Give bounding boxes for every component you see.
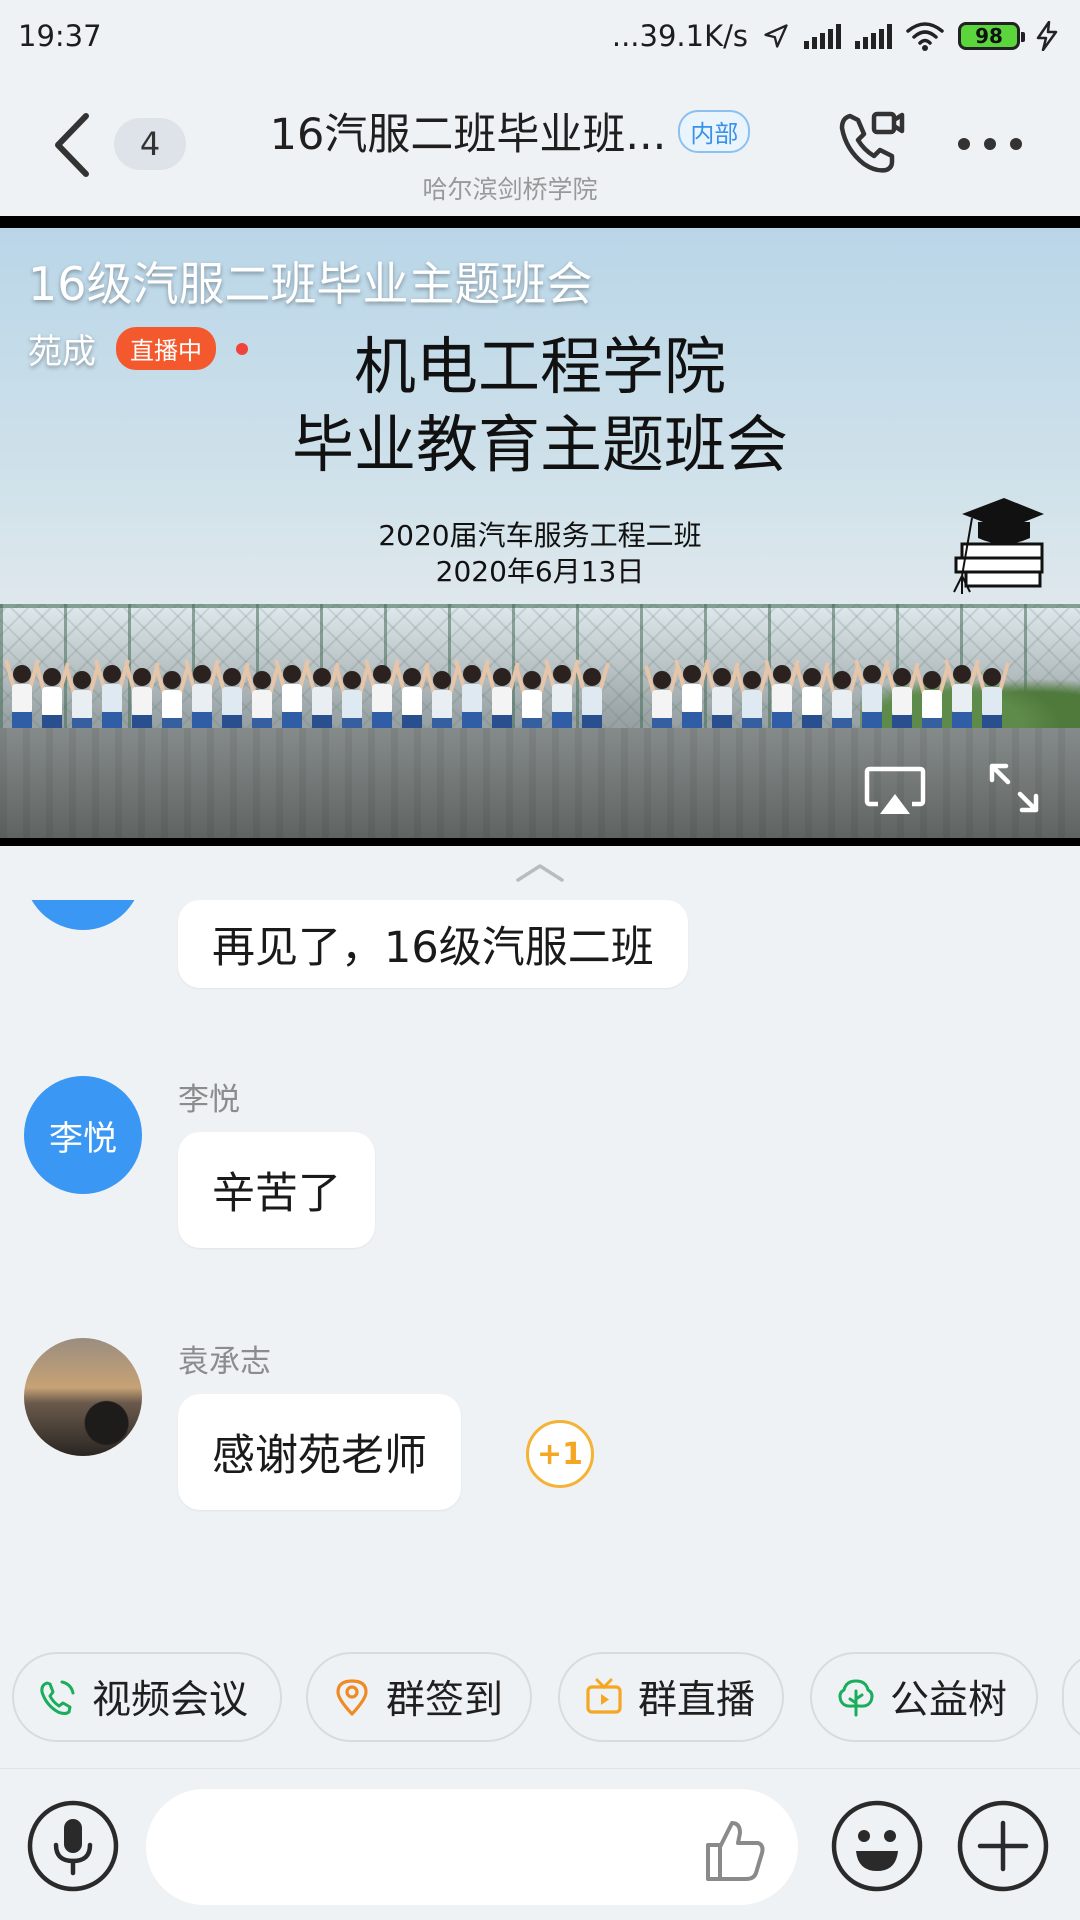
avatar[interactable] (24, 900, 142, 930)
slide-date: 2020年6月13日 (435, 555, 645, 588)
quick-actions-bar[interactable]: 视频会议 群签到 群直播 公益树 (0, 1646, 1080, 1748)
chip-label: 群直播 (638, 1678, 756, 1723)
fullscreen-icon[interactable] (988, 762, 1040, 814)
plus-icon[interactable] (956, 1799, 1050, 1893)
thumbs-up-icon[interactable] (700, 1815, 770, 1885)
location-arrow-icon (764, 24, 788, 48)
battery-icon: 98 (958, 22, 1025, 50)
live-stream-frame: 16级汽服二班毕业主题班会 苑成 直播中 机电工程学院 毕业教育主题班会 202… (0, 228, 1080, 838)
input-bar (0, 1768, 1080, 1920)
microphone-icon[interactable] (26, 1799, 120, 1893)
message-text: 辛苦了 (212, 1169, 341, 1219)
message-bubble[interactable]: 再见了，16级汽服二班 (178, 900, 688, 988)
message-text: 感谢苑老师 (212, 1431, 427, 1481)
group-checkin-chip[interactable]: 群签到 (306, 1652, 532, 1742)
wifi-icon (906, 22, 944, 51)
message-bubble[interactable]: 辛苦了 (178, 1132, 375, 1248)
live-status-badge: 直播中 (116, 327, 216, 370)
status-time: 19:37 (18, 19, 102, 53)
video-meeting-chip[interactable]: 视频会议 (12, 1652, 282, 1742)
internal-tag: 内部 (678, 109, 751, 153)
group-title: 16汽服二班毕业班... (269, 110, 667, 160)
unread-count: 4 (139, 125, 161, 163)
plus-one-button[interactable]: +1 (526, 1420, 594, 1488)
graduation-cap-icon (953, 498, 1044, 594)
network-speed: ...39.1K/s (611, 19, 748, 53)
chat-header: 4 16汽服二班毕业班... 内部 哈尔滨剑桥学院 (0, 72, 1080, 220)
tree-icon (838, 1679, 874, 1717)
airplay-icon[interactable] (864, 766, 926, 818)
signal-icon (855, 23, 892, 49)
signal-icon (804, 23, 841, 49)
chip-label: 视频会议 (92, 1678, 249, 1723)
tv-live-icon (586, 1678, 622, 1714)
slide-subheading: 2020届汽车服务工程二班 2020年6月13日 (300, 518, 780, 590)
chip-label: 公益树 (890, 1678, 1008, 1723)
video-meeting-icon (40, 1680, 75, 1715)
emoji-icon[interactable] (830, 1799, 924, 1893)
battery-level: 98 (975, 24, 1003, 48)
live-stream-player[interactable]: 16级汽服二班毕业主题班会 苑成 直播中 机电工程学院 毕业教育主题班会 202… (0, 216, 1080, 846)
status-bar: 19:37 ...39.1K/s 98 (0, 0, 1080, 72)
slide-heading: 机电工程学院 毕业教育主题班会 (240, 328, 840, 484)
message-text: 再见了，16级汽服二班 (212, 923, 654, 973)
sender-name: 袁承志 (178, 1344, 271, 1380)
live-host-row: 苑成 直播中 (28, 324, 248, 373)
chip-label: 群签到 (386, 1678, 504, 1723)
more-actions-chip[interactable] (1062, 1652, 1080, 1742)
video-call-icon[interactable] (836, 108, 906, 178)
plus-one-label: +1 (536, 1436, 583, 1472)
header-title-block[interactable]: 16汽服二班毕业班... 内部 哈尔滨剑桥学院 (230, 100, 790, 206)
live-host-name: 苑成 (28, 332, 96, 372)
charging-icon (1036, 21, 1058, 51)
group-live-chip[interactable]: 群直播 (558, 1652, 784, 1742)
back-icon[interactable] (48, 110, 98, 180)
sender-name: 李悦 (178, 1082, 240, 1118)
unread-badge[interactable]: 4 (114, 118, 186, 170)
group-organization: 哈尔滨剑桥学院 (422, 175, 598, 204)
avatar[interactable] (24, 1338, 142, 1456)
slide-heading-line1: 机电工程学院 (353, 330, 726, 403)
location-pin-icon (336, 1679, 368, 1716)
more-icon[interactable] (956, 132, 1024, 156)
message-bubble[interactable]: 感谢苑老师 (178, 1394, 461, 1510)
avatar-text: 李悦 (49, 1118, 117, 1159)
slide-class-name: 2020届汽车服务工程二班 (378, 519, 702, 552)
live-title: 16级汽服二班毕业主题班会 (28, 257, 593, 311)
slide-heading-line2: 毕业教育主题班会 (291, 408, 788, 481)
status-icons: ...39.1K/s 98 (612, 19, 1060, 53)
collapse-icon[interactable] (514, 862, 566, 884)
charity-tree-chip[interactable]: 公益树 (810, 1652, 1038, 1742)
avatar[interactable]: 李悦 (24, 1076, 142, 1194)
message-list[interactable]: 再见了，16级汽服二班 李悦 李悦 辛苦了 袁承志 感谢苑老师 +1 (0, 900, 1080, 1640)
